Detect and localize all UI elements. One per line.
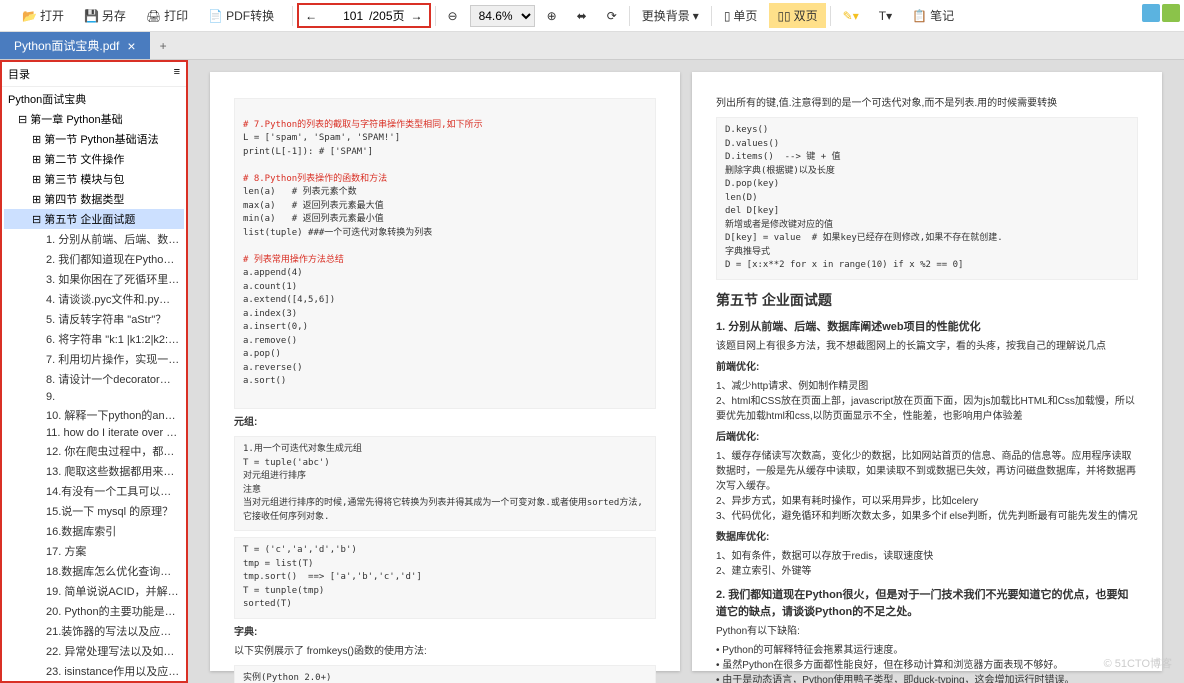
zoom-select[interactable]: 84.6% (470, 5, 535, 27)
save-icon: 💾 (84, 9, 99, 23)
tree-leaf[interactable]: 5. 请反转字符串 "aStr"？ (4, 309, 184, 329)
open-button[interactable]: 📂打开 (14, 3, 72, 28)
tree-leaf[interactable]: 2. 我们都知道现在Python很火 (4, 249, 184, 269)
tree-leaf[interactable]: 10. 解释一下python的and-or (4, 405, 184, 425)
tree-leaf[interactable]: 6. 将字符串 "k:1 |k1:2|k2:3|k3 (4, 329, 184, 349)
outline-sidebar: 目录≡ Python面试宝典 ⊟ 第一章 Python基础 ⊞ 第一节 Pyth… (0, 60, 188, 683)
tab-label: Python面试宝典.pdf (14, 37, 119, 54)
section-title: 第五节 企业面试题 (716, 290, 1138, 311)
tree-section[interactable]: ⊞ 第四节 数据类型 (4, 189, 184, 209)
save-button[interactable]: 💾另存 (76, 3, 134, 28)
code-block: 实例(Python 2.0+) #!/usr/bin/python # -*- … (234, 665, 656, 683)
tree-root[interactable]: Python面试宝典 (4, 89, 184, 109)
double-page-icon: ▯▯ (777, 9, 790, 23)
tree-leaf[interactable]: 8. 请设计一个decorator，它可 (4, 369, 184, 389)
pdf-convert-button[interactable]: 📄PDF转换 (200, 3, 282, 28)
divider (292, 6, 293, 26)
open-icon: 📂 (22, 9, 37, 23)
tree-section[interactable]: ⊞ 第二节 文件操作 (4, 149, 184, 169)
sidebar-header: 目录≡ (2, 62, 186, 87)
tree-leaf[interactable]: 14.有没有一个工具可以帮助查 (4, 481, 184, 501)
tree-leaf[interactable]: 11. how do I iterate over a s (4, 425, 184, 441)
page-total: /205页 (369, 7, 404, 24)
code-block: T = ('c','a','d','b') tmp = list(T) tmp.… (234, 537, 656, 619)
close-icon[interactable]: × (127, 38, 135, 54)
tree-leaf[interactable]: 3. 如果你困在了死循环里，怎 (4, 269, 184, 289)
question-title: 2. 我们都知道现在Python很火，但是对于一门技术我们不光要知道它的优点，也… (716, 587, 1138, 620)
tree-chapter[interactable]: ⊟ 第一章 Python基础 (4, 109, 184, 129)
tree-section[interactable]: ⊞ 第三节 模块与包 (4, 169, 184, 189)
tuple-heading: 元组: (234, 415, 656, 430)
single-page-icon: ▯ (724, 9, 731, 23)
code-block: D.keys() D.values() D.items() --> 键 + 值 … (716, 117, 1138, 280)
tree-leaf[interactable]: 7. 利用切片操作，实现一个trim (4, 349, 184, 369)
sidebar-menu-icon[interactable]: ≡ (174, 66, 180, 82)
code-block: 1.用一个可迭代对象生成元组 T = tuple('abc') 对元组进行排序 … (234, 436, 656, 531)
add-tab-button[interactable]: + (150, 34, 177, 58)
tree-leaf[interactable]: 12. 你在爬虫过程中，都是怎么 (4, 441, 184, 461)
page-left: # 7.Python的列表的截取与字符串操作类型相同,如下所示 L = ['sp… (210, 72, 680, 671)
tree-leaf[interactable]: 16.数据库索引 (4, 521, 184, 541)
notes-button[interactable]: 📋笔记 (904, 3, 962, 28)
tree-section-active[interactable]: ⊟ 第五节 企业面试题 (4, 209, 184, 229)
question-title: 1. 分别从前端、后端、数据库阐述web项目的性能优化 (716, 319, 1138, 336)
change-bg-button[interactable]: 更换背景 ▾ (634, 3, 707, 28)
page-input[interactable] (323, 9, 363, 23)
tab-bar: Python面试宝典.pdf × + (0, 32, 1184, 60)
zoom-in-icon[interactable]: ⊕ (539, 5, 565, 27)
single-page-button[interactable]: ▯单页 (716, 3, 766, 28)
tree-leaf[interactable]: 4. 请谈谈.pyc文件和.py文件的 (4, 289, 184, 309)
print-icon: 🖨 (146, 9, 161, 23)
rotate-icon[interactable]: ⟳ (599, 5, 625, 27)
tree-leaf[interactable]: 19. 简单说说ACID，并解释每一 (4, 581, 184, 601)
tree-leaf[interactable]: 23. isinstance作用以及应用场 (4, 661, 184, 681)
print-button[interactable]: 🖨打印 (138, 3, 196, 28)
tree-leaf[interactable]: 13. 爬取这些数据都用来做什么 (4, 461, 184, 481)
corner-button-1[interactable] (1142, 4, 1160, 22)
main-toolbar: 📂打开 💾另存 🖨打印 📄PDF转换 ← /205页 → ⊖ 84.6% ⊕ ⬌… (0, 0, 1184, 32)
pdf-icon: 📄 (208, 9, 223, 23)
tree-leaf[interactable]: 17. 方案 (4, 541, 184, 561)
prev-page-icon[interactable]: ← (305, 9, 317, 23)
page-right: 列出所有的键,值.注意得到的是一个可迭代对象,而不是列表.用的时候需要转换 D.… (692, 72, 1162, 671)
tree-leaf[interactable]: 21.装饰器的写法以及应用场景 (4, 621, 184, 641)
dict-heading: 字典: (234, 625, 656, 640)
tree-leaf[interactable]: 22. 异常处理写法以及如何主动 (4, 641, 184, 661)
next-page-icon[interactable]: → (411, 9, 423, 23)
notes-icon: 📋 (912, 9, 927, 23)
divider (435, 6, 436, 26)
tree-leaf[interactable]: 1. 分别从前端、后端、数据库阐 (4, 229, 184, 249)
tree-leaf[interactable]: 9. (4, 389, 184, 405)
divider (629, 6, 630, 26)
highlight-icon[interactable]: ✎▾ (835, 5, 867, 27)
tree-leaf[interactable]: 18.数据库怎么优化查询效率？ (4, 561, 184, 581)
watermark: © 51CTO博客 (1104, 655, 1172, 671)
zoom-out-icon[interactable]: ⊖ (440, 5, 466, 27)
page-viewport[interactable]: # 7.Python的列表的截取与字符串操作类型相同,如下所示 L = ['sp… (188, 60, 1184, 683)
text-tool-icon[interactable]: T▾ (871, 5, 900, 27)
divider (711, 6, 712, 26)
tree-leaf[interactable]: 15.说一下 mysql 的原理？ (4, 501, 184, 521)
double-page-button[interactable]: ▯▯双页 (769, 3, 825, 28)
fit-width-icon[interactable]: ⬌ (569, 5, 595, 27)
tree-leaf[interactable]: 20. Python的主要功能是什么？ (4, 601, 184, 621)
tree-section[interactable]: ⊞ 第一节 Python基础语法 (4, 129, 184, 149)
page-navigation: ← /205页 → (297, 3, 430, 28)
corner-button-2[interactable] (1162, 4, 1180, 22)
document-tab[interactable]: Python面试宝典.pdf × (0, 32, 150, 59)
divider (830, 6, 831, 26)
